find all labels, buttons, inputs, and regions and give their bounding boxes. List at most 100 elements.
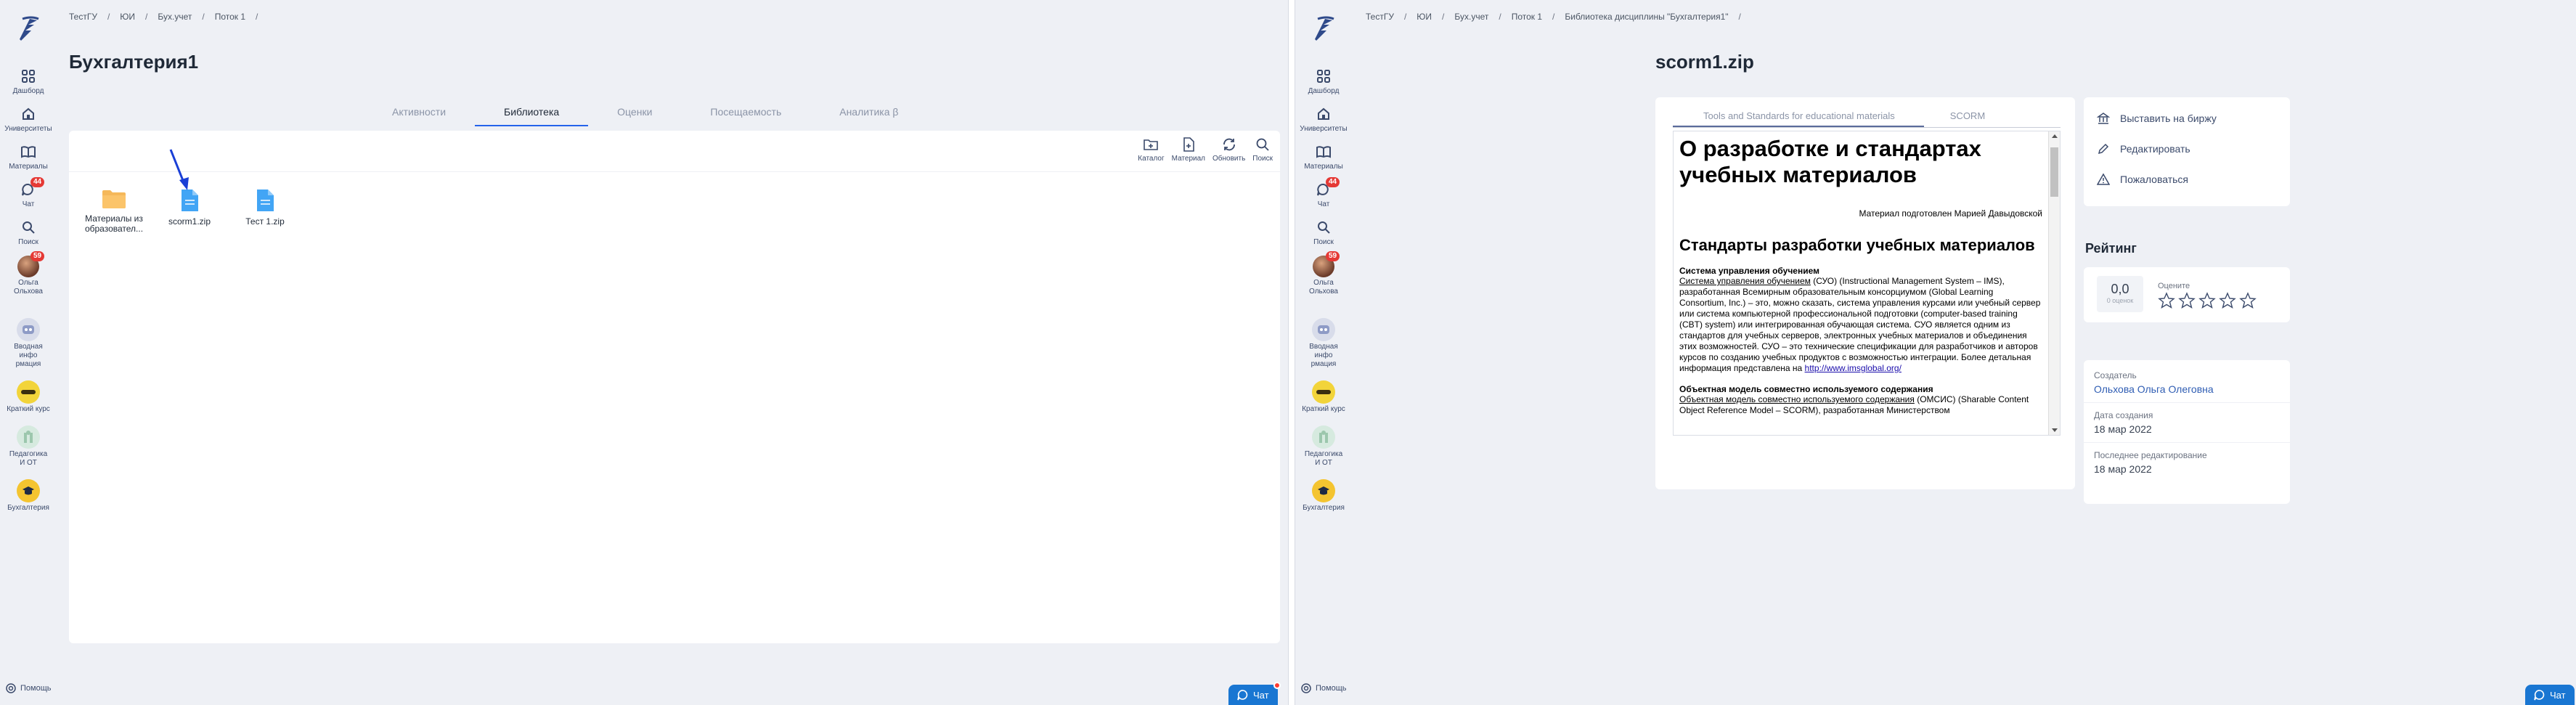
star-icon[interactable]: [2239, 292, 2257, 309]
breadcrumb-item[interactable]: Бух.учет: [158, 12, 192, 22]
external-link[interactable]: http://www.imsglobal.org/: [1805, 363, 1902, 373]
sidebar-course-pedagogy[interactable]: Педагогика И ОТ: [1295, 425, 1352, 468]
course-intro-icon: [1312, 318, 1335, 341]
sidebar-item-label: Педагогика И ОТ: [9, 450, 48, 467]
breadcrumb-item[interactable]: ЮИ: [1417, 12, 1432, 22]
file-item[interactable]: Тест 1.zip: [235, 189, 295, 234]
chat-icon: [2534, 690, 2545, 701]
chat-button[interactable]: Чат: [1228, 682, 1281, 705]
folder-item[interactable]: Материалы из образовател...: [83, 189, 144, 234]
star-icon[interactable]: [2198, 292, 2216, 309]
breadcrumb-item[interactable]: Библиотека дисциплины "Бухгалтерия1": [1565, 12, 1728, 22]
breadcrumb-item[interactable]: ТестГУ: [69, 12, 97, 22]
tab-library[interactable]: Библиотека: [475, 102, 589, 126]
help-link[interactable]: Помощь: [6, 683, 52, 693]
scroll-down-icon[interactable]: [2052, 428, 2058, 432]
course-short-icon: [1312, 380, 1335, 404]
folder-add-icon: [1144, 139, 1159, 150]
tab-scorm[interactable]: SCORM: [1924, 106, 2014, 127]
tab-attendance[interactable]: Посещаемость: [681, 102, 810, 126]
sidebar-item-search[interactable]: Поиск: [1295, 218, 1352, 247]
help-label: Помощь: [1316, 684, 1347, 693]
sidebar-item-universities[interactable]: Университеты: [1295, 105, 1352, 134]
breadcrumb-item[interactable]: Поток 1: [215, 12, 245, 22]
sidebar-course-short[interactable]: Краткий курс: [1295, 380, 1352, 414]
file-name: scorm1.zip: [168, 216, 211, 227]
breadcrumb-separator: /: [202, 12, 205, 22]
chat-button-label: Чат: [2550, 689, 2566, 701]
sidebar-item-materials[interactable]: Материалы: [0, 142, 57, 171]
tab-activities[interactable]: Активности: [363, 102, 475, 126]
file-item[interactable]: scorm1.zip: [159, 149, 220, 234]
tab-tools-standards[interactable]: Tools and Standards for educational mate…: [1673, 106, 1924, 127]
breadcrumb-separator: /: [1738, 12, 1741, 22]
sidebar-course-intro[interactable]: Вводная инфо рмация: [1295, 318, 1352, 369]
inline-link[interactable]: Объектная модель совместно используемого…: [1679, 394, 1915, 404]
inline-link[interactable]: Система управления обучением: [1679, 276, 1811, 286]
star-icon[interactable]: [2219, 292, 2236, 309]
new-folder-button[interactable]: Каталог: [1138, 136, 1165, 163]
sidebar-item-chat[interactable]: 44 Чат: [0, 177, 57, 209]
rating-count: 0 оценок: [2106, 297, 2134, 304]
document-author: Материал подготовлен Марией Давыдовской: [1859, 208, 2042, 219]
toolbar-label: Поиск: [1252, 155, 1273, 163]
chat-button[interactable]: Чат: [2525, 685, 2575, 705]
toolbar-label: Материал: [1171, 155, 1205, 163]
scroll-up-icon[interactable]: [2052, 134, 2058, 138]
sidebar-item-label: Чат: [22, 200, 35, 208]
breadcrumb-item[interactable]: ТестГУ: [1366, 12, 1394, 22]
sidebar-item-profile[interactable]: 59 Ольга Ольхова: [0, 251, 57, 296]
breadcrumb-separator: /: [1499, 12, 1501, 22]
paragraph: Система управления обучением (СУО) (Inst…: [1679, 276, 2042, 374]
material-viewer: Tools and Standards for educational mate…: [1655, 97, 2075, 489]
sidebar-item-materials[interactable]: Материалы: [1295, 142, 1352, 171]
left-window: Дашборд Университеты Материалы 44 Чат По…: [0, 0, 1288, 705]
breadcrumb-separator: /: [1552, 12, 1555, 22]
sidebar-item-chat[interactable]: 44 Чат: [1295, 177, 1352, 209]
breadcrumb-item[interactable]: Поток 1: [1512, 12, 1542, 22]
refresh-button[interactable]: Обновить: [1212, 136, 1245, 163]
tab-analytics[interactable]: Аналитика β: [810, 102, 927, 126]
app-logo[interactable]: [12, 13, 44, 45]
help-link[interactable]: Помощь: [1301, 683, 1347, 693]
tab-grades[interactable]: Оценки: [588, 102, 681, 126]
exchange-icon: [2097, 113, 2110, 124]
scrollbar[interactable]: [2048, 131, 2060, 435]
rating-title: Рейтинг: [2085, 241, 2137, 256]
sidebar: Дашборд Университеты Материалы 44 Чат По…: [0, 0, 57, 705]
creator-link[interactable]: Ольхова Ольга Олеговна: [2094, 383, 2280, 395]
file-name: Материалы из образовател...: [84, 213, 144, 234]
right-window: Дашборд Университеты Материалы 44 Чат По…: [1295, 0, 2576, 705]
sidebar-item-universities[interactable]: Университеты: [0, 105, 57, 134]
sidebar-item-label: Чат: [1317, 200, 1330, 208]
meta-creator: Создатель Ольхова Ольга Олеговна: [2084, 363, 2290, 403]
search-button[interactable]: Поиск: [1252, 136, 1273, 163]
star-rating[interactable]: [2158, 292, 2257, 309]
sidebar-course-pedagogy[interactable]: Педагогика И ОТ: [0, 425, 57, 468]
exchange-button[interactable]: Выставить на биржу: [2084, 103, 2290, 134]
sidebar-course-short[interactable]: Краткий курс: [0, 380, 57, 414]
sidebar-item-label: Дашборд: [12, 87, 44, 95]
sidebar-course-accounting[interactable]: Бухгалтерия: [1295, 479, 1352, 513]
sidebar-item-search[interactable]: Поиск: [0, 218, 57, 247]
profile-badge: 59: [1326, 251, 1340, 261]
edit-button[interactable]: Редактировать: [2084, 134, 2290, 164]
dashboard-icon: [19, 67, 38, 86]
sidebar-item-dashboard[interactable]: Дашборд: [1295, 67, 1352, 96]
star-icon[interactable]: [2178, 292, 2196, 309]
breadcrumb-item[interactable]: Бух.учет: [1454, 12, 1488, 22]
sidebar-item-dashboard[interactable]: Дашборд: [0, 67, 57, 96]
breadcrumb-item[interactable]: ЮИ: [120, 12, 135, 22]
sidebar-item-label: Поиск: [1313, 238, 1334, 246]
sidebar-item-profile[interactable]: 59 Ольга Ольхова: [1295, 251, 1352, 296]
sidebar-course-intro[interactable]: Вводная инфо рмация: [0, 318, 57, 369]
scorm-frame[interactable]: О разработке и стандартах учебных матери…: [1673, 131, 2061, 436]
report-button[interactable]: Пожаловаться: [2084, 164, 2290, 195]
scrollbar-thumb[interactable]: [2050, 147, 2058, 197]
page-title: scorm1.zip: [1655, 51, 1754, 73]
new-material-button[interactable]: Материал: [1172, 136, 1205, 163]
sidebar-course-accounting[interactable]: Бухгалтерия: [0, 479, 57, 513]
app-logo[interactable]: [1308, 13, 1340, 45]
star-icon[interactable]: [2158, 292, 2175, 309]
file-icon: [257, 190, 274, 211]
